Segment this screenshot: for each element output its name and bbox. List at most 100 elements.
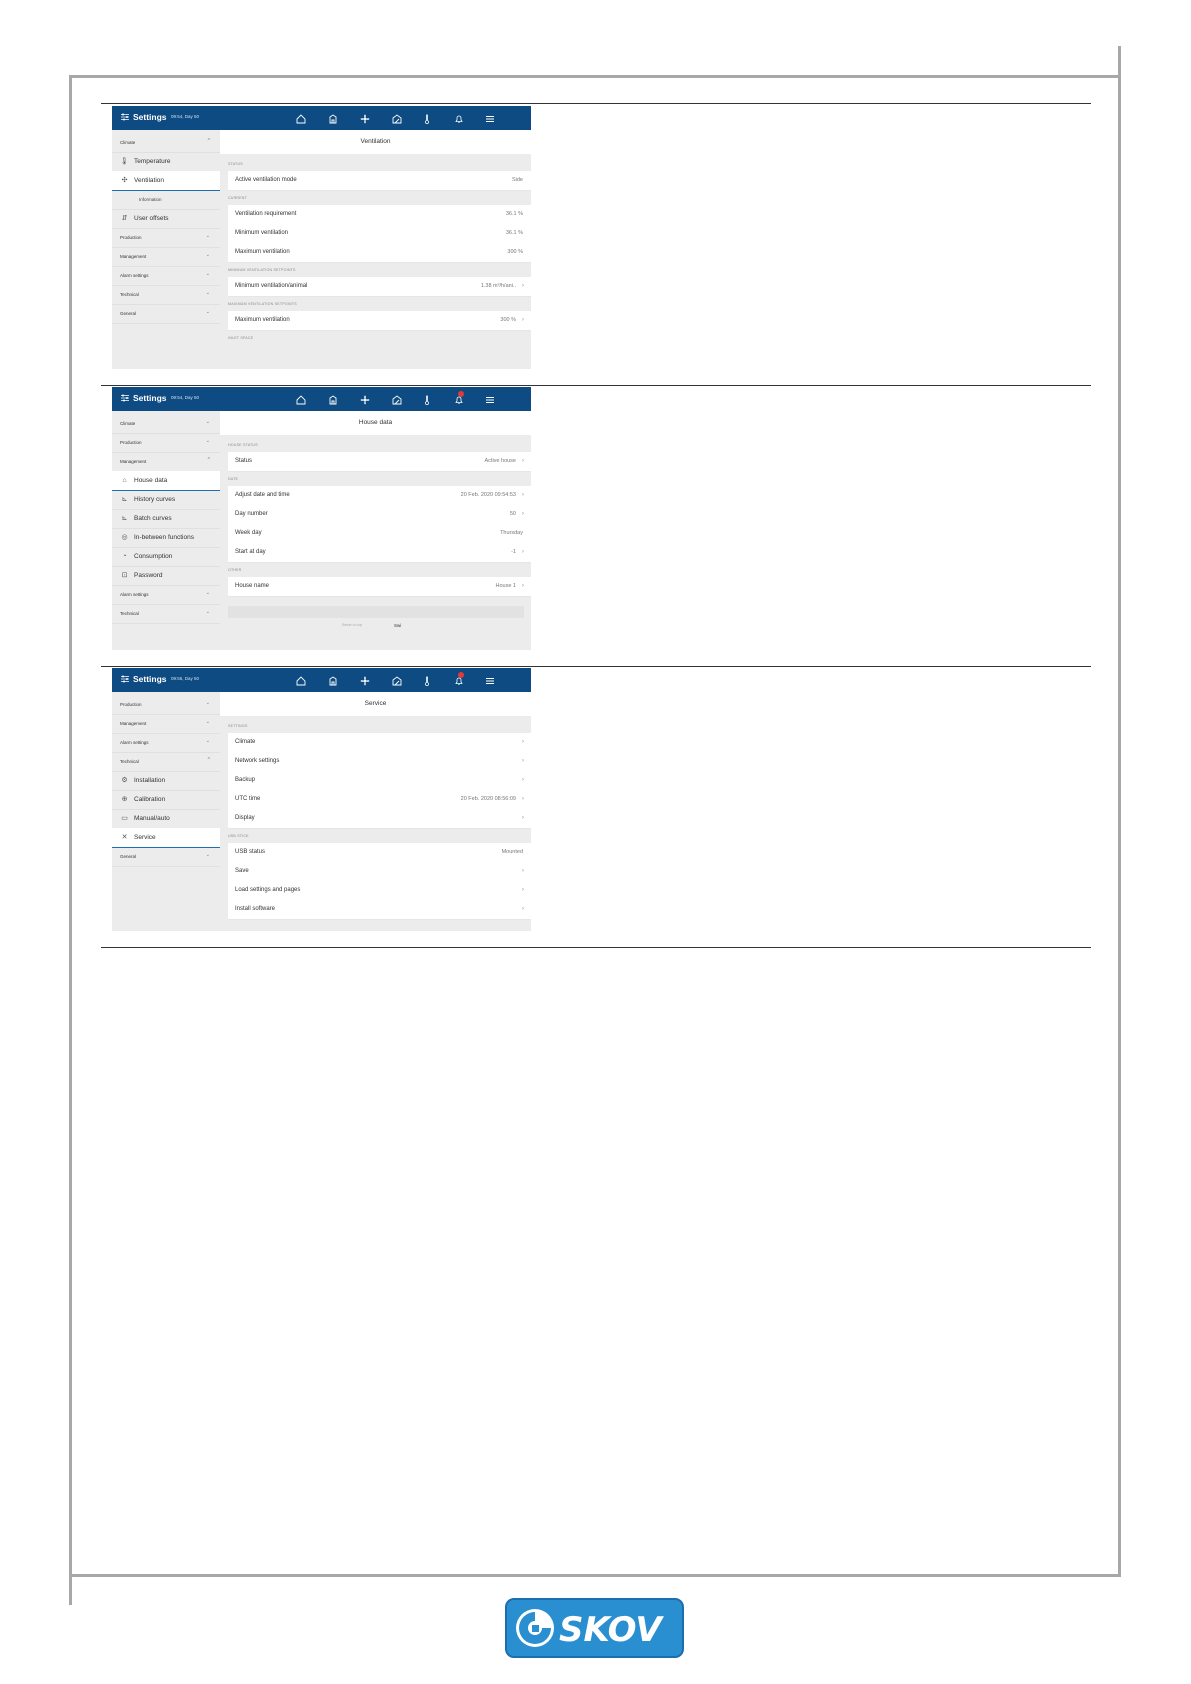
fan-icon[interactable]	[359, 112, 371, 124]
sidebar-group-technical[interactable]: Technical ⌄	[112, 604, 220, 624]
fan-icon[interactable]	[359, 674, 371, 686]
sidebar-label: Calibration	[134, 796, 166, 803]
setting-row[interactable]: Network settings ›	[228, 752, 531, 772]
setting-label: Status	[235, 458, 253, 464]
sidebar-group-alarm-settings[interactable]: Alarm settings ⌄	[112, 733, 220, 753]
chevron-right-icon: ›	[521, 814, 524, 821]
section-header: SETTINGS	[228, 724, 248, 728]
sidebar-item-installation[interactable]: ⚙ Installation	[112, 771, 220, 791]
barn-icon[interactable]	[391, 674, 403, 686]
home-icon[interactable]	[295, 674, 307, 686]
setting-row[interactable]: House name House 1 ›	[228, 577, 531, 597]
sidebar-group-general[interactable]: General ⌄	[112, 847, 220, 867]
sidebar-group-management[interactable]: Management ⌄	[112, 714, 220, 734]
sidebar-item-in-between-functions[interactable]: ◎ In-between functions	[112, 528, 220, 548]
sidebar-item-temperature[interactable]: 🌡 Temperature	[112, 152, 220, 172]
return-to-top-link[interactable]: Return to top	[342, 623, 362, 627]
setting-row[interactable]: Status Active house ›	[228, 452, 531, 472]
setting-row[interactable]: Day number 50 ›	[228, 505, 531, 525]
sidebar-label: Service	[134, 834, 156, 841]
setting-row[interactable]: Start at day -1 ›	[228, 543, 531, 563]
sidebar-group-management[interactable]: Management ⌄	[112, 247, 220, 267]
chevron-down-icon: ⌄	[205, 438, 210, 444]
main-panel: House data HOUSE STATUS Status Active house…	[220, 411, 531, 650]
setting-row[interactable]: Ventilation requirement 36.1 %	[228, 205, 531, 225]
sidebar-group-production[interactable]: Production ⌄	[112, 228, 220, 248]
sidebar-item-password[interactable]: ⊡ Password	[112, 566, 220, 586]
menu-icon[interactable]	[484, 112, 496, 124]
section-header: OTHER	[228, 568, 242, 572]
sidebar-item-calibration[interactable]: ⊕ Calibration	[112, 790, 220, 810]
setting-row[interactable]: Maximum ventilation 300 % ›	[228, 311, 531, 331]
sidebar-group-production[interactable]: Production ⌄	[112, 695, 220, 715]
house-icon[interactable]	[327, 112, 339, 124]
house-icon[interactable]	[327, 674, 339, 686]
house-icon[interactable]	[327, 393, 339, 405]
setting-row[interactable]: Climate ›	[228, 733, 531, 753]
chevron-right-icon: ›	[521, 776, 524, 783]
settings-sliders-icon[interactable]	[120, 112, 130, 122]
setting-label: Backup	[235, 777, 256, 783]
home-icon[interactable]	[295, 112, 307, 124]
setting-row[interactable]: Maximum ventilation 300 %	[228, 243, 531, 263]
sidebar-group-alarm-settings[interactable]: Alarm settings ⌄	[112, 585, 220, 605]
notification-dot	[458, 391, 464, 397]
sidebar-item-history-curves[interactable]: ⊾ History curves	[112, 490, 220, 510]
home-icon[interactable]	[295, 393, 307, 405]
separator-line	[101, 947, 1091, 948]
sidebar-group-technical[interactable]: Technical ^	[112, 752, 220, 772]
setting-value: -1	[511, 549, 516, 555]
sidebar-item-service[interactable]: ✕ Service	[112, 828, 220, 848]
sidebar-label: Production	[120, 440, 142, 445]
sidebar-item-consumption[interactable]: ◔ Consumption	[112, 547, 220, 567]
bell-icon[interactable]	[453, 112, 465, 124]
sidebar-group-general[interactable]: General ⌄	[112, 304, 220, 324]
chevron-right-icon: ›	[521, 886, 524, 893]
sidebar-label: Production	[120, 702, 142, 707]
thermometer-icon[interactable]	[421, 393, 433, 405]
setting-label: Load settings and pages	[235, 887, 301, 893]
notification-dot	[458, 672, 464, 678]
sidebar-group-climate[interactable]: Climate ⌄	[112, 414, 220, 434]
sidebar-sub-information[interactable]: Information	[112, 190, 220, 210]
menu-icon[interactable]	[484, 393, 496, 405]
thermometer-icon[interactable]	[421, 674, 433, 686]
setting-row[interactable]: Active ventilation mode Side	[228, 171, 531, 191]
setting-row[interactable]: Save ›	[228, 862, 531, 882]
sidebar-group-production[interactable]: Production ⌄	[112, 433, 220, 453]
sidebar: Production ⌄ Management ⌄ Alarm settings ⌄ Tec…	[112, 692, 220, 931]
chevron-down-icon: ⌄	[205, 419, 210, 425]
tools-icon: ✕	[121, 834, 128, 841]
setting-row[interactable]: Install software ›	[228, 900, 531, 920]
setting-value: 300 %	[507, 249, 523, 255]
sidebar-group-management[interactable]: Management ^	[112, 452, 220, 472]
chevron-right-icon: ›	[521, 795, 524, 802]
setting-row[interactable]: Week day Thursday	[228, 524, 531, 544]
chevron-down-icon: ⌄	[205, 852, 210, 858]
fan-icon[interactable]	[359, 393, 371, 405]
setting-row[interactable]: UTC time 20 Feb. 2020 08:56:09 ›	[228, 790, 531, 810]
setting-row[interactable]: Backup ›	[228, 771, 531, 791]
barn-icon[interactable]	[391, 112, 403, 124]
setting-row[interactable]: Minimum ventilation/animal 1.38 m³/h/ani.…	[228, 277, 531, 297]
setting-row[interactable]: Load settings and pages ›	[228, 881, 531, 901]
setting-row[interactable]: Display ›	[228, 809, 531, 829]
sidebar-group-climate[interactable]: Climate ^	[112, 133, 220, 153]
sidebar-group-technical[interactable]: Technical ⌄	[112, 285, 220, 305]
settings-sliders-icon[interactable]	[120, 674, 130, 684]
house-icon: ⌂	[122, 477, 127, 484]
sidebar-item-manual-auto[interactable]: ▭ Manual/auto	[112, 809, 220, 829]
sidebar-item-user-offsets[interactable]: ⇵ User offsets	[112, 209, 220, 229]
setting-row[interactable]: USB status Mounted	[228, 843, 531, 863]
setting-label: Day number	[235, 511, 268, 517]
menu-icon[interactable]	[484, 674, 496, 686]
setting-row[interactable]: Adjust date and time 20 Feb. 2020 09:54:5…	[228, 486, 531, 506]
setting-row[interactable]: Minimum ventilation 36.1 %	[228, 224, 531, 244]
thermometer-icon[interactable]	[421, 112, 433, 124]
sidebar-item-batch-curves[interactable]: ⊾ Batch curves	[112, 509, 220, 529]
barn-icon[interactable]	[391, 393, 403, 405]
sidebar-item-house-data[interactable]: ⌂ House data	[112, 471, 220, 491]
sidebar-item-ventilation[interactable]: ✣ Ventilation	[112, 171, 220, 191]
settings-sliders-icon[interactable]	[120, 393, 130, 403]
sidebar-group-alarm-settings[interactable]: Alarm settings ⌄	[112, 266, 220, 286]
